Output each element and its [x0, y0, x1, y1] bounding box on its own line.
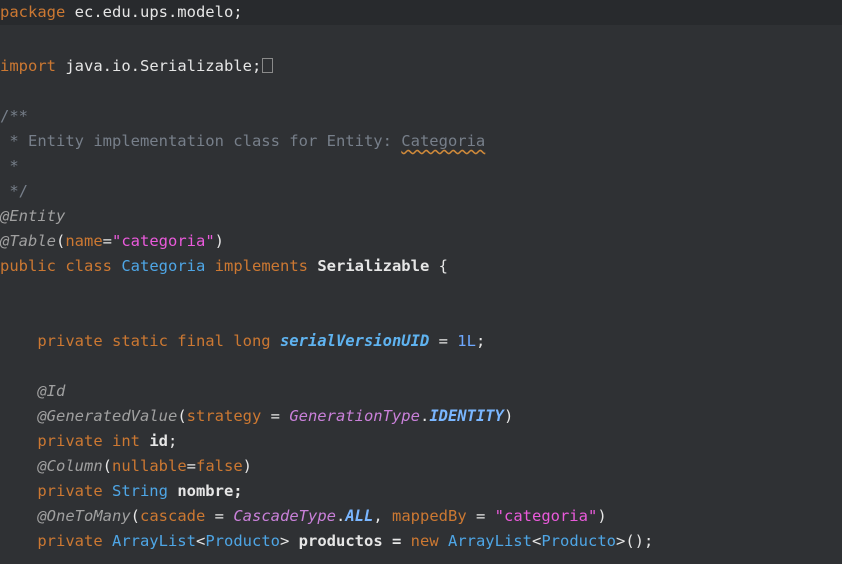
interface-name: Serializable — [317, 257, 430, 275]
code-line-serial[interactable]: private static final long serialVersionU… — [0, 329, 842, 354]
serial-value: 1L — [457, 332, 476, 350]
comment-star: * — [0, 157, 19, 175]
class-name: Categoria — [121, 257, 206, 275]
open-brace: { — [429, 257, 448, 275]
code-line-column[interactable]: @Column(nullable=false) — [0, 454, 842, 479]
code-line-comment-text[interactable]: * Entity implementation class for Entity… — [0, 129, 842, 154]
cascade-constant: ALL — [345, 507, 374, 525]
paren: ) — [242, 457, 253, 475]
id-modifiers: private int — [37, 432, 150, 450]
paren: ( — [177, 407, 187, 425]
productos-modifiers: private — [37, 532, 112, 550]
serial-field-name: serialVersionUID — [279, 332, 430, 350]
dot: . — [419, 407, 430, 425]
code-line-generated[interactable]: @GeneratedValue(strategy = GenerationTyp… — [0, 404, 842, 429]
equals: = — [102, 232, 113, 250]
code-line-entity[interactable]: @Entity — [0, 204, 842, 229]
semicolon: ; — [475, 332, 486, 350]
mapped-by-attr: mappedBy — [392, 507, 467, 525]
semicolon: ; — [167, 432, 178, 450]
generic-type: Producto — [541, 532, 616, 550]
id-field-name: id — [149, 432, 168, 450]
equals: = — [205, 507, 234, 525]
paren: ( — [56, 232, 66, 250]
code-line-comment-open[interactable]: /** — [0, 104, 842, 129]
angle-open: < — [531, 532, 542, 550]
paren: ( — [130, 507, 140, 525]
comment-class-name: Categoria — [401, 132, 486, 150]
implements-keyword: implements — [205, 257, 318, 275]
package-name: ec.edu.ups.modelo; — [65, 3, 243, 21]
equals: = — [261, 407, 290, 425]
code-editor[interactable]: package ec.edu.ups.modelo; import java.i… — [0, 0, 842, 564]
code-line-table[interactable]: @Table(name="categoria") — [0, 229, 842, 254]
productos-field: productos = — [289, 532, 411, 550]
import-name: java.io.Serializable; — [56, 57, 262, 75]
mapped-by-value: "categoria" — [494, 507, 598, 525]
code-line-nombre[interactable]: private String nombre; — [0, 479, 842, 504]
code-line-id-annotation[interactable]: @Id — [0, 379, 842, 404]
angle-open: < — [195, 532, 206, 550]
nombre-field: nombre; — [167, 482, 243, 500]
cascade-attr: cascade — [140, 507, 206, 525]
code-line-onetomany[interactable]: @OneToMany(cascade = CascadeType.ALL, ma… — [0, 504, 842, 529]
paren: ( — [102, 457, 112, 475]
annotation-id: @Id — [37, 382, 66, 400]
collapsed-fold-icon[interactable] — [262, 58, 274, 73]
code-line-comment-close[interactable]: */ — [0, 179, 842, 204]
generated-attr: strategy — [186, 407, 262, 425]
generation-type: GenerationType — [289, 407, 420, 425]
class-modifiers: public class — [0, 257, 122, 275]
comment-text: * Entity implementation class for Entity… — [0, 132, 402, 150]
arraylist-type: ArrayList — [111, 532, 196, 550]
comma: , — [373, 507, 392, 525]
code-line-package[interactable]: package ec.edu.ups.modelo; — [0, 0, 842, 25]
code-line-class-decl[interactable]: public class Categoria implements Serial… — [0, 254, 842, 279]
arraylist-type: ArrayList — [447, 532, 532, 550]
paren: ) — [503, 407, 514, 425]
angle-close: > — [279, 532, 290, 550]
generic-type: Producto — [205, 532, 280, 550]
table-value: "categoria" — [112, 232, 215, 250]
column-attr: nullable — [112, 457, 187, 475]
paren: ) — [597, 507, 607, 525]
column-value: false — [196, 457, 243, 475]
nombre-modifiers: private — [37, 482, 112, 500]
generation-constant: IDENTITY — [429, 407, 504, 425]
constructor-end: >(); — [615, 532, 654, 550]
dot: . — [335, 507, 346, 525]
serial-modifiers: private static final long — [37, 332, 280, 350]
cascade-type: CascadeType — [233, 507, 336, 525]
code-line-id-field[interactable]: private int id; — [0, 429, 842, 454]
annotation-entity: @Entity — [0, 207, 66, 225]
comment-open: /** — [0, 107, 28, 125]
annotation-column: @Column — [37, 457, 103, 475]
new-keyword: new — [410, 532, 448, 550]
annotation-one-to-many: @OneToMany — [37, 507, 131, 525]
comment-close: */ — [0, 182, 28, 200]
annotation-generated-value: @GeneratedValue — [37, 407, 178, 425]
paren: ) — [214, 232, 225, 250]
keyword-import: import — [0, 57, 56, 75]
table-attr: name — [65, 232, 103, 250]
nombre-type: String — [111, 482, 168, 500]
equals: = — [186, 457, 196, 475]
equals: = — [466, 507, 495, 525]
code-line-import[interactable]: import java.io.Serializable; — [0, 54, 842, 79]
code-line-productos[interactable]: private ArrayList<Producto> productos = … — [0, 529, 842, 554]
keyword-package: package — [0, 3, 66, 21]
equals: = — [429, 332, 458, 350]
annotation-table: @Table — [0, 232, 56, 250]
code-line-comment-star[interactable]: * — [0, 154, 842, 179]
